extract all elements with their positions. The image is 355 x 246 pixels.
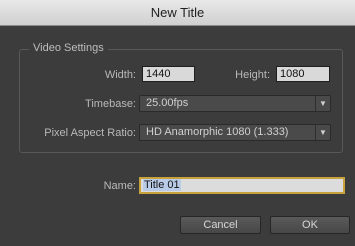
height-label: Height: <box>235 69 270 81</box>
chevron-down-icon: ▼ <box>315 125 330 140</box>
timebase-value: 25.00fps <box>146 97 189 109</box>
cancel-button[interactable]: Cancel <box>180 216 261 234</box>
timebase-select[interactable]: 25.00fps ▼ <box>139 95 331 112</box>
name-label: Name: <box>103 180 136 192</box>
title-bar: New Title <box>0 0 355 26</box>
chevron-down-icon: ▼ <box>315 96 330 111</box>
width-input[interactable]: 1440 <box>142 66 195 82</box>
pixel-aspect-ratio-value: HD Anamorphic 1080 (1.333) <box>146 126 289 138</box>
height-input[interactable]: 1080 <box>276 66 330 82</box>
ok-button[interactable]: OK <box>270 216 350 234</box>
pixel-aspect-ratio-select[interactable]: HD Anamorphic 1080 (1.333) ▼ <box>139 124 331 141</box>
video-settings-title: Video Settings <box>29 42 108 54</box>
window-title: New Title <box>150 5 205 20</box>
name-input-value: Title 01 <box>143 179 181 191</box>
dialog-body: Video Settings Width: 1440 Height: 1080 … <box>0 26 355 246</box>
timebase-label: Timebase: <box>85 98 136 110</box>
pixel-aspect-ratio-label: Pixel Aspect Ratio: <box>44 127 136 139</box>
name-input[interactable]: Title 01 <box>139 177 345 194</box>
width-label: Width: <box>104 69 136 81</box>
